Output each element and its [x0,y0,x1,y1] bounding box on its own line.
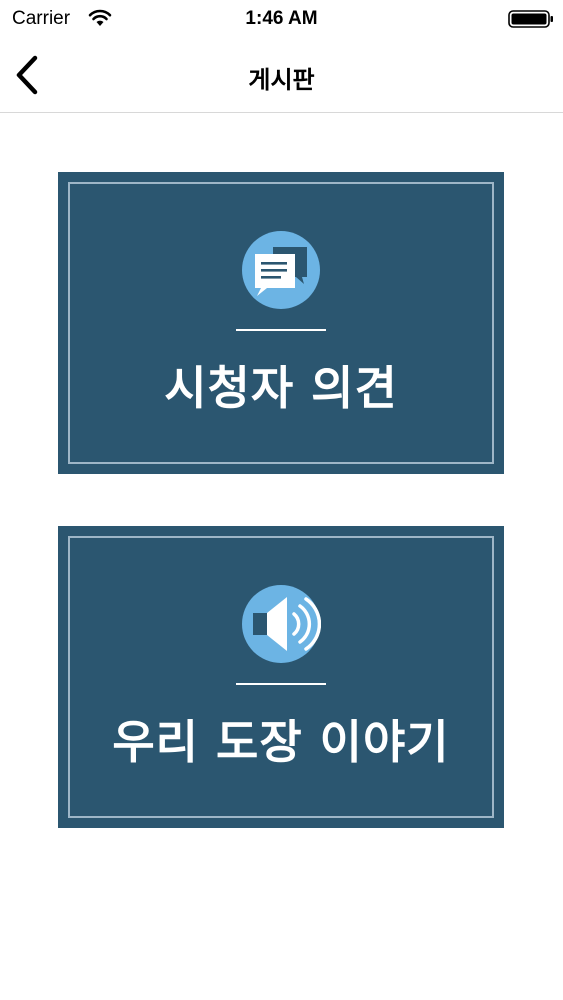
navigation-bar: 게시판 [0,40,563,113]
status-time: 1:46 AM [245,8,318,29]
card-frame [68,536,494,818]
status-bar: Carrier 1:46 AM [0,0,563,40]
viewer-opinion-label: 시청자 의견 [164,361,398,415]
dojang-story-card[interactable]: 우리 도장 이야기 [58,526,504,828]
battery-icon [508,10,553,28]
speaker-icon [242,585,321,663]
card-divider [236,683,326,685]
dojang-story-label: 우리 도장 이야기 [112,715,450,769]
card-frame [68,182,494,464]
chat-bubble-icon [242,231,320,309]
viewer-opinion-card[interactable]: 시청자 의견 [58,172,504,474]
card-divider [236,329,326,331]
page-title: 게시판 [248,66,315,94]
